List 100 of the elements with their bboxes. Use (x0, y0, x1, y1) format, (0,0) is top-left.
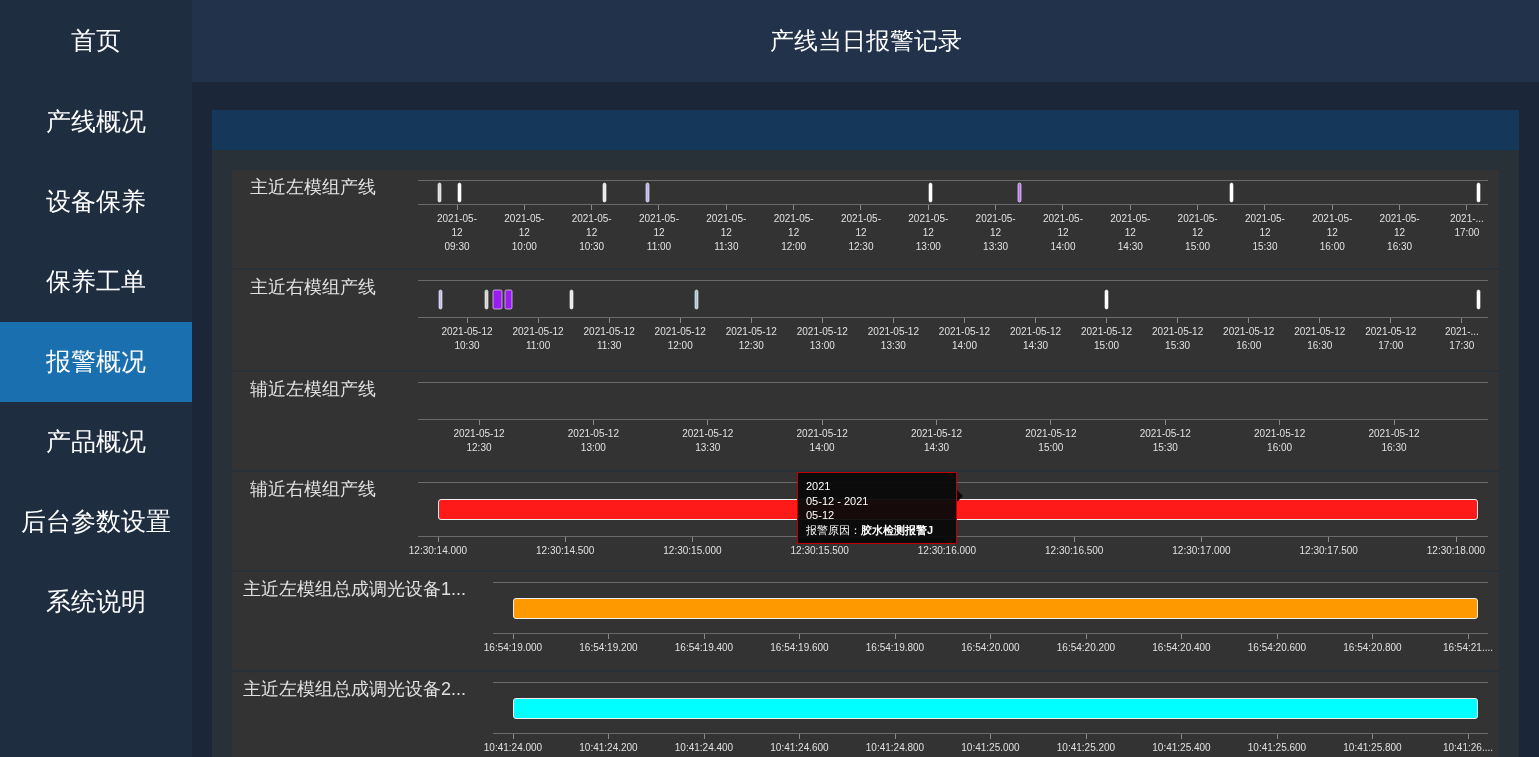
axis-label: 10:41:24.000 (482, 741, 544, 755)
line-name: 主近左模组产线 (250, 177, 376, 197)
axis-label: 2021-05-12 14:00 (795, 427, 849, 455)
axis-label: 2021-05-12 11:30 (582, 325, 636, 353)
nav-item[interactable]: 报警概况 (0, 322, 192, 402)
nav-item[interactable]: 设备保养 (0, 162, 192, 242)
alarm-mark (1229, 182, 1234, 203)
alarm-mark (438, 289, 443, 310)
axis-label: 2021-05-12 10:00 (503, 212, 546, 254)
axis-label: 2021-05-12 13:00 (795, 325, 849, 353)
alarm-mark (492, 289, 503, 310)
axis-label: 16:54:20.400 (1151, 641, 1212, 655)
axis-label: 12:30:16.000 (916, 544, 978, 558)
alarm-mark (437, 182, 442, 203)
nav-item[interactable]: 系统说明 (0, 562, 192, 642)
axis-label: 12:30:15.500 (789, 544, 850, 558)
axis-label: 2021-... 17:00 (1448, 212, 1485, 240)
axis-label: 16:54:20.000 (960, 641, 1021, 655)
axis-label: 2021-05-12 16:00 (1253, 427, 1307, 455)
alarm-mark (457, 182, 462, 203)
axis-label: 2021-05-12 11:30 (705, 212, 748, 254)
alarm-mark (602, 182, 607, 203)
axis-label: 12:30:14.500 (535, 544, 596, 558)
axis-label: 10:41:25.800 (1342, 741, 1403, 755)
axis-label: 2021-05-12 16:30 (1293, 325, 1347, 353)
axis-label: 2021-05-12 15:00 (1080, 325, 1134, 353)
alarm-mark (569, 289, 574, 310)
axis-label: 16:54:19.600 (769, 641, 830, 655)
axis-label: 12:30:14.000 (407, 544, 469, 558)
alarm-mark (484, 289, 489, 310)
axis-label: 2021-05-12 15:00 (1024, 427, 1078, 455)
line-name: 主近右模组产线 (250, 277, 376, 297)
axis-label: 16:54:19.000 (482, 641, 544, 655)
axis-label: 2021-05-12 13:30 (974, 212, 1017, 254)
axis-label: 12:30:16.500 (1044, 544, 1105, 558)
line-name: 辅近左模组产线 (250, 379, 376, 399)
axis-label: 2021-05-12 13:30 (866, 325, 920, 353)
axis-label: 16:54:19.800 (864, 641, 926, 655)
axis-label: 2021-05-12 17:00 (1364, 325, 1418, 353)
line-name: 主近左模组总成调光设备2... (243, 679, 466, 699)
axis-label: 16:54:20.800 (1342, 641, 1403, 655)
axis-label: 2021-05-12 13:00 (566, 427, 620, 455)
alarm-mark (1476, 182, 1481, 203)
axis-label: 2021-... 17:30 (1443, 325, 1480, 353)
tooltip-pointer (957, 490, 963, 502)
axis-label: 2021-05-12 13:30 (681, 427, 735, 455)
axis-label: 2021-05-12 10:30 (570, 212, 613, 254)
axis-label: 2021-05-12 14:30 (1008, 325, 1063, 353)
axis-label: 2021-05-12 14:00 (1041, 212, 1084, 254)
axis-label: 2021-05-12 14:30 (1109, 212, 1152, 254)
axis-label: 16:54:19.400 (673, 641, 735, 655)
page-title: 产线当日报警记录 (769, 26, 962, 56)
alarm-mark (645, 182, 650, 203)
axis-label: 2021-05-12 14:00 (937, 325, 991, 353)
axis-label: 10:41:26.... (1441, 741, 1494, 755)
alarm-mark (1104, 289, 1109, 310)
alarm-mark (504, 289, 513, 310)
alarm-mark (694, 289, 699, 310)
nav-item[interactable]: 产品概况 (0, 402, 192, 482)
axis-label: 2021-05-12 09:30 (436, 212, 478, 254)
nav-item[interactable]: 后台参数设置 (0, 482, 192, 562)
axis-label: 10:41:24.600 (769, 741, 830, 755)
axis-label: 2021-05-12 15:30 (1151, 325, 1205, 353)
nav-item[interactable]: 产线概况 (0, 82, 192, 162)
axis-label: 16:54:20.600 (1246, 641, 1308, 655)
axis-label: 2021-05-12 16:00 (1222, 325, 1276, 353)
nav-item[interactable]: 首页 (0, 0, 192, 82)
axis-label: 16:54:20.200 (1055, 641, 1117, 655)
axis-label: 2021-05-12 16:00 (1311, 212, 1354, 254)
axis-label: 10:41:24.800 (864, 741, 926, 755)
axis-label: 2021-05-12 12:00 (653, 325, 707, 353)
alarm-mark (1476, 289, 1481, 310)
axis-label: 16:54:21.... (1441, 641, 1494, 655)
alarm-mark (928, 182, 933, 203)
nav-item[interactable]: 保养工单 (0, 242, 192, 322)
axis-label: 10:41:25.000 (960, 741, 1021, 755)
line-name: 辅近右模组产线 (250, 479, 376, 499)
tooltip: 2021 05-12 - 2021 05-12 报警原因：胶水检测报警J (797, 472, 957, 544)
axis-label: 10:41:25.600 (1246, 741, 1308, 755)
axis-label: 10:41:24.200 (578, 741, 639, 755)
axis-label: 2021-05-12 12:30 (724, 325, 778, 353)
axis-label: 2021-05-12 12:00 (772, 212, 815, 254)
axis-label: 10:41:25.400 (1151, 741, 1212, 755)
axis-label: 2021-05-12 15:30 (1138, 427, 1192, 455)
axis-label: 2021-05-12 16:30 (1378, 212, 1421, 254)
alarm-mark (1017, 182, 1022, 203)
axis-label: 2021-05-12 14:30 (909, 427, 964, 455)
axis-label: 2021-05-12 13:00 (907, 212, 950, 254)
axis-label: 2021-05-12 15:00 (1176, 212, 1219, 254)
axis-label: 12:30:17.500 (1298, 544, 1359, 558)
axis-label: 10:41:25.200 (1055, 741, 1117, 755)
axis-label: 2021-05-12 12:30 (452, 427, 506, 455)
axis-label: 2021-05-12 11:00 (637, 212, 680, 254)
axis-label: 2021-05-12 12:30 (839, 212, 882, 254)
axis-label: 12:30:15.000 (662, 544, 723, 558)
axis-label: 2021-05-12 10:30 (440, 325, 494, 353)
axis-label: 12:30:18.000 (1425, 544, 1487, 558)
axis-label: 10:41:24.400 (673, 741, 735, 755)
axis-label: 2021-05-12 16:30 (1367, 427, 1421, 455)
axis-label: 2021-05-12 11:00 (511, 325, 565, 353)
